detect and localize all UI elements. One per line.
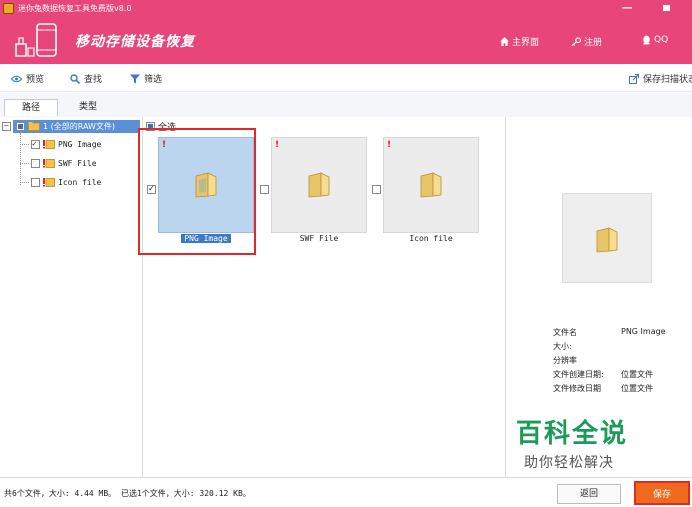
export-icon [629,73,639,84]
key-icon [571,37,581,46]
tree-root-label: 1 (全部的RAW文件) [43,121,116,131]
file-name: Icon file [409,234,453,243]
folder-warning-icon [43,178,55,187]
tree-root[interactable]: − 1 (全部的RAW文件) [0,119,140,133]
warning-icon: ! [275,140,280,150]
maximize-icon [662,5,670,11]
save-button[interactable]: 保存 [634,481,690,505]
storage-device-logo-icon [15,23,57,57]
tree-item-label: SWF File [58,158,97,168]
highlight-box [138,128,256,255]
search-label: 查找 [84,75,103,85]
info-label-resolution: 分辨率 [553,356,577,365]
tab-type[interactable]: 类型 [61,99,115,116]
tree-item-label: Icon file [58,177,102,187]
preview-image [562,193,652,283]
nav-register[interactable]: 注册 [571,35,602,48]
toolbar: 预览 查找 筛选 保存扫描状态 [0,64,692,92]
search-icon [70,73,80,84]
status-bar: 共6个文件，大小: 4.44 MB。 已选1个文件，大小: 320.12 KB。… [0,477,692,507]
file-name: SWF File [299,234,339,243]
info-value-modified: 位置文件 [621,384,653,393]
home-icon [500,37,509,46]
file-thumbnail[interactable]: ! [383,137,479,233]
tree-connector [20,181,29,183]
title-bar: 迷你兔数据恢复工具免费版v8.0 — [0,0,692,16]
filter-label: 筛选 [144,75,163,85]
nav-home[interactable]: 主界面 [500,35,539,48]
window-title: 迷你兔数据恢复工具免费版v8.0 [18,3,132,13]
eye-icon [11,75,22,82]
qq-icon [643,35,650,45]
save-scan-state-button[interactable]: 保存扫描状态 [629,72,692,85]
search-button[interactable]: 查找 [70,72,102,85]
info-value-name: PNG Image [621,327,666,336]
info-label-size: 大小: [553,342,572,351]
tree-root-checkbox[interactable] [16,121,25,131]
file-checkbox[interactable] [372,185,381,194]
tab-path[interactable]: 路径 [4,99,58,116]
tree-item-swf[interactable]: SWF File [20,156,97,170]
preview-label: 预览 [26,75,45,85]
nav-qq[interactable]: QQ [642,35,668,45]
warning-icon: ! [387,140,392,150]
collapse-icon[interactable]: − [2,121,11,131]
info-value-created: 位置文件 [621,370,653,379]
info-label-created: 文件创建日期: [553,370,604,379]
folder-tree: − 1 (全部的RAW文件) PNG Image SWF File Icon f… [0,117,143,477]
tree-connector [20,143,29,145]
back-button[interactable]: 返回 [557,484,621,504]
folder-icon [420,172,442,198]
folder-icon [596,227,618,253]
info-label-name: 文件名 [553,328,577,337]
tree-item-checkbox[interactable] [31,139,40,149]
nav-qq-label: QQ [654,35,669,45]
filter-icon [130,74,140,83]
app-header: 移动存储设备恢复 主界面 注册 QQ [0,16,692,64]
folder-warning-icon [43,159,55,168]
nav-home-label: 主界面 [512,38,540,48]
tree-connector [20,162,29,164]
preview-button[interactable]: 预览 [11,72,44,85]
folder-warning-icon [43,140,55,149]
info-label-modified: 文件修改日期 [553,384,601,393]
tree-item-checkbox[interactable] [31,177,40,187]
filter-button[interactable]: 筛选 [130,72,162,85]
file-thumbnail[interactable]: ! [271,137,367,233]
module-title: 移动存储设备恢复 [75,34,195,50]
maximize-button[interactable] [655,1,677,15]
tree-item-label: PNG Image [58,139,102,149]
watermark-subtitle: 助你轻松解决 [524,455,614,471]
drive-folder-icon [28,122,40,131]
app-icon [3,2,14,14]
save-scan-state-label: 保存扫描状态 [643,75,692,85]
view-tabs: 路径 类型 [0,93,692,117]
tree-item-icon-file[interactable]: Icon file [20,175,101,189]
folder-icon [308,172,330,198]
tree-root-node[interactable]: 1 (全部的RAW文件) [13,119,140,133]
preview-panel: 文件名 PNG Image 大小: 分辨率 文件创建日期: 位置文件 文件修改日… [505,117,692,477]
tree-item-checkbox[interactable] [31,158,40,168]
minimize-button[interactable]: — [616,1,638,15]
status-summary: 共6个文件，大小: 4.44 MB。 已选1个文件，大小: 320.12 KB。 [4,489,251,498]
tree-item-png[interactable]: PNG Image [20,137,101,151]
file-checkbox[interactable] [260,185,269,194]
nav-register-label: 注册 [584,38,603,48]
watermark-title: 百科全说 [516,419,629,449]
